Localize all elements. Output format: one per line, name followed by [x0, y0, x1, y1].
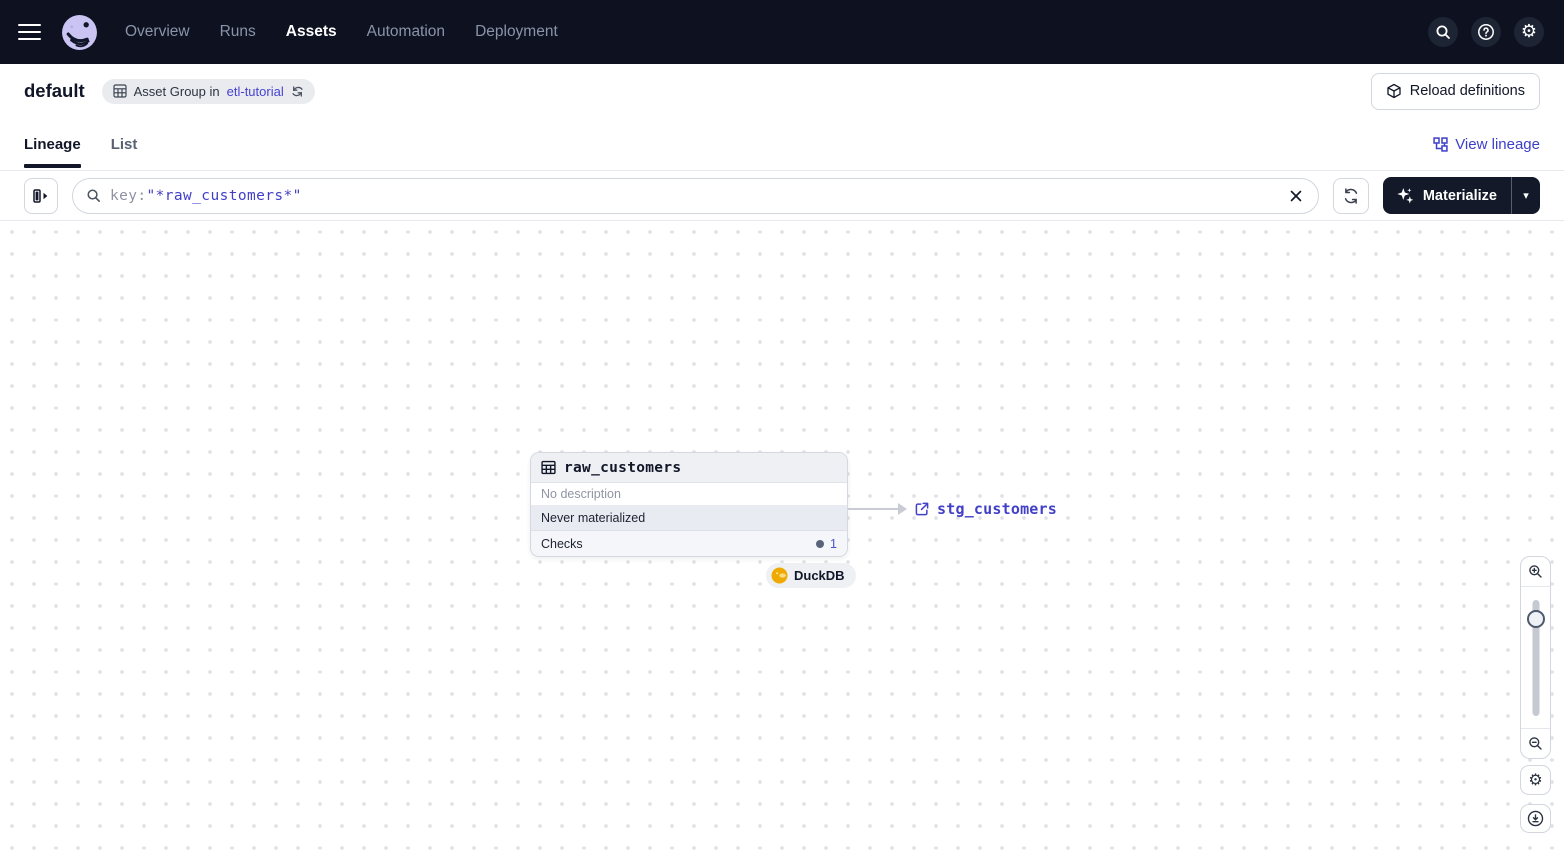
- duckdb-icon: [771, 567, 788, 584]
- zoom-slider[interactable]: [1521, 587, 1550, 728]
- zoom-control-panel: [1520, 556, 1551, 759]
- help-button[interactable]: [1471, 17, 1501, 47]
- external-link-icon: [915, 502, 929, 516]
- asset-graph-toolbar: key:"*raw_customers*" Materialize ▾: [0, 171, 1564, 221]
- user-settings-button[interactable]: ⚙: [1514, 17, 1544, 47]
- open-sidebar-button[interactable]: [24, 177, 58, 214]
- refresh-icon: [1344, 187, 1357, 204]
- filter-query-prefix: key:: [110, 187, 147, 204]
- code-location-reload-icon: [1387, 83, 1401, 99]
- search-button[interactable]: [1428, 17, 1458, 47]
- tab-lineage[interactable]: Lineage: [24, 118, 81, 170]
- view-lineage-label: View lineage: [1455, 135, 1540, 153]
- lineage-graph-icon: [1433, 136, 1448, 152]
- hamburger-icon: [18, 23, 41, 27]
- gear-icon: ⚙: [1520, 21, 1538, 42]
- storage-kind-label: DuckDB: [794, 568, 845, 583]
- nav-item-deployment[interactable]: Deployment: [475, 23, 558, 41]
- materialize-options-button[interactable]: ▾: [1512, 177, 1540, 214]
- nav-item-runs[interactable]: Runs: [220, 23, 256, 41]
- zoom-out-button[interactable]: [1521, 729, 1550, 758]
- graph-settings-button[interactable]: ⚙: [1520, 765, 1551, 795]
- lineage-edge: [848, 508, 899, 510]
- downstream-asset-name: stg_customers: [937, 500, 1057, 518]
- recenter-graph-button[interactable]: [1520, 804, 1551, 833]
- asset-checks-count: 1: [830, 536, 837, 551]
- filter-query-value: "*raw_customers*": [146, 187, 302, 204]
- asset-group-badge-text: Asset Group in: [133, 83, 220, 99]
- zoom-in-icon: [1529, 565, 1542, 578]
- clear-filter-button[interactable]: [1287, 187, 1305, 205]
- view-lineage-link[interactable]: View lineage: [1433, 118, 1540, 170]
- download-center-icon: [1527, 810, 1544, 827]
- asset-name: raw_customers: [564, 459, 682, 476]
- page-title: default: [24, 80, 85, 101]
- asset-checks-label: Checks: [541, 536, 583, 551]
- refresh-graph-button[interactable]: [1332, 177, 1369, 214]
- table-icon: [541, 460, 556, 475]
- hamburger-menu-button[interactable]: [18, 17, 46, 47]
- chevron-down-icon: ▾: [1523, 190, 1529, 202]
- zoom-slider-handle[interactable]: [1526, 610, 1545, 628]
- asset-node-header: raw_customers: [531, 453, 847, 483]
- close-icon: [1290, 190, 1302, 201]
- dagster-logo-icon[interactable]: [61, 14, 98, 51]
- sync-status-icon: [292, 85, 303, 97]
- asset-materialization-status: Never materialized: [531, 506, 847, 531]
- asset-checks-row[interactable]: Checks 1: [531, 531, 847, 556]
- dagster-app: Overview Runs Assets Automation Deployme…: [0, 0, 1564, 851]
- materialize-label: Materialize: [1422, 187, 1497, 204]
- search-icon: [87, 189, 100, 202]
- nav-actions: ⚙: [1428, 17, 1544, 47]
- filter-query: key:"*raw_customers*": [110, 188, 302, 204]
- main-nav: Overview Runs Assets Automation Deployme…: [125, 23, 558, 41]
- asset-checks-status: 1: [816, 537, 837, 551]
- reload-definitions-label: Reload definitions: [1409, 83, 1525, 99]
- storage-kind-badge: DuckDB: [766, 563, 856, 588]
- asset-filter-input[interactable]: key:"*raw_customers*": [72, 177, 1319, 214]
- downstream-asset-link-stg-customers[interactable]: stg_customers: [915, 500, 1057, 518]
- tabs-bar: Lineage List View lineage: [0, 118, 1564, 171]
- materialize-split-button: Materialize ▾: [1382, 177, 1540, 214]
- gear-icon: ⚙: [1528, 770, 1543, 789]
- zoom-out-icon: [1529, 737, 1542, 750]
- asset-group-icon: [113, 84, 127, 98]
- search-icon: [1436, 25, 1450, 39]
- lineage-edge-arrowhead-icon: [898, 503, 907, 515]
- materialize-button[interactable]: Materialize: [1383, 177, 1511, 214]
- top-navbar: Overview Runs Assets Automation Deployme…: [0, 0, 1564, 64]
- check-status-dot-icon: [816, 539, 825, 548]
- asset-node-raw-customers[interactable]: raw_customers No description Never mater…: [530, 452, 848, 557]
- reload-definitions-button[interactable]: Reload definitions: [1370, 72, 1540, 110]
- panel-expand-icon: [33, 188, 48, 203]
- help-icon: [1478, 24, 1494, 40]
- asset-group-badge: Asset Group in etl-tutorial: [101, 78, 315, 104]
- nav-item-assets[interactable]: Assets: [286, 23, 337, 41]
- nav-item-overview[interactable]: Overview: [125, 23, 190, 41]
- asset-description: No description: [531, 483, 847, 506]
- zoom-in-button[interactable]: [1521, 557, 1550, 586]
- code-location-link[interactable]: etl-tutorial: [227, 84, 284, 99]
- nav-item-automation[interactable]: Automation: [367, 23, 445, 41]
- tab-list[interactable]: List: [111, 118, 138, 170]
- page-header: default Asset Group in etl-tutorial Relo…: [0, 64, 1564, 118]
- lineage-graph-canvas[interactable]: raw_customers No description Never mater…: [0, 222, 1564, 851]
- sparkle-icon: [1397, 188, 1414, 204]
